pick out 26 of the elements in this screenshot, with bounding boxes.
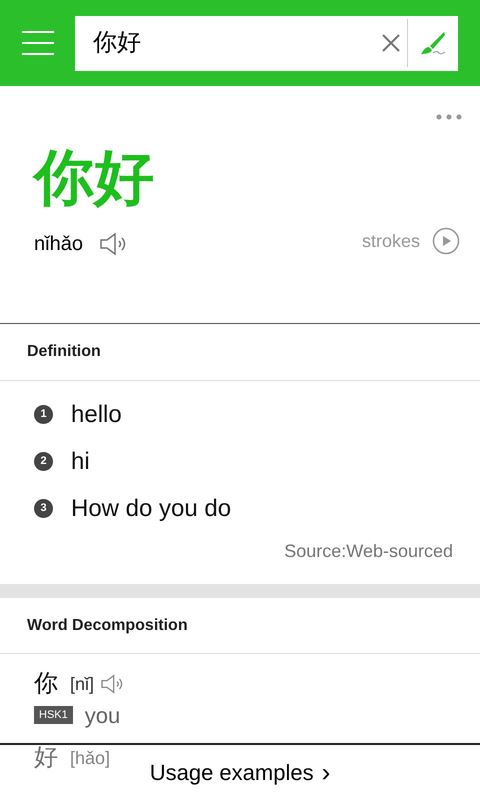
headword: 你好: [34, 143, 154, 213]
source-text: Source:Web-sourced: [284, 540, 453, 563]
search-field[interactable]: 你好: [75, 16, 458, 70]
close-icon[interactable]: [382, 34, 400, 52]
pinyin-text: [nǐ]: [70, 672, 94, 696]
pinyin-text: nǐhǎo: [34, 232, 83, 257]
chevron-icon: ›: [322, 753, 330, 792]
definition-text: How do you do: [71, 494, 232, 524]
brush-icon[interactable]: [420, 30, 446, 56]
number-badge: 2: [34, 452, 53, 471]
meaning-text: you: [84, 702, 120, 730]
more-icon[interactable]: [436, 114, 462, 120]
menu-icon[interactable]: [22, 30, 54, 56]
pinyin-text: [hǎo]: [70, 746, 110, 770]
section-title: Definition: [27, 342, 101, 362]
level-tag: HSK1: [34, 706, 73, 724]
number-badge: 1: [34, 405, 53, 424]
definition-text: hello: [71, 400, 122, 430]
character-text: 好: [34, 743, 58, 773]
number-badge: 3: [34, 499, 53, 518]
section-title: Word Decomposition: [27, 616, 188, 636]
speaker-icon[interactable]: [100, 674, 124, 694]
speaker-icon[interactable]: [98, 232, 127, 256]
definition-text: hi: [71, 446, 90, 476]
play-icon[interactable]: [432, 227, 460, 255]
character-text: 你: [34, 669, 58, 699]
